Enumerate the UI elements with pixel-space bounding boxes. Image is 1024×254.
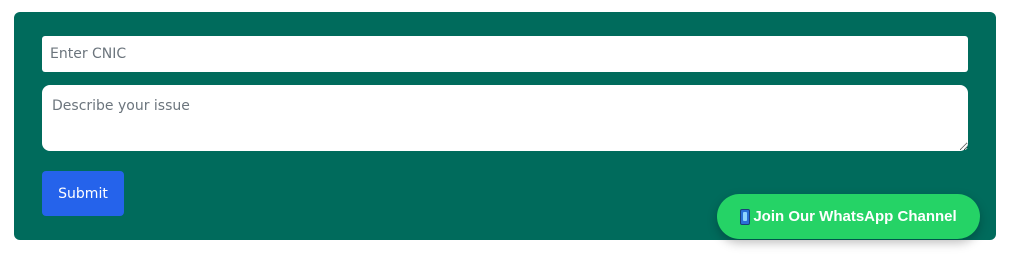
whatsapp-button-label: Join Our WhatsApp Channel [753,208,957,225]
issue-description-textarea[interactable] [42,85,968,151]
join-whatsapp-channel-button[interactable]: Join Our WhatsApp Channel [717,194,980,239]
cnic-input[interactable] [42,36,968,72]
submit-button[interactable]: Submit [42,171,124,216]
mobile-phone-icon [740,208,751,225]
